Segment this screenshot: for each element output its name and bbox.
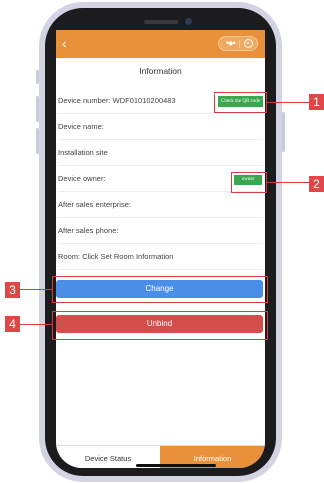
row-device-name: Device name:	[58, 114, 263, 140]
home-indicator	[136, 464, 216, 467]
callout-label-4: 4	[5, 316, 20, 332]
callout-label-2: 2	[309, 176, 324, 192]
row-label: Device owner:	[58, 174, 106, 183]
phone-side-button	[36, 128, 39, 154]
row-label: Device number:	[58, 96, 111, 105]
more-icon[interactable]: •●•	[226, 38, 236, 49]
callout-box-4	[52, 311, 268, 340]
row-label: After sales phone:	[58, 226, 119, 235]
row-label: Room:	[58, 252, 81, 261]
callout-box-2	[231, 172, 267, 193]
capsule-divider	[239, 40, 240, 48]
phone-notch	[100, 8, 220, 30]
callout-line-4	[20, 324, 52, 325]
close-icon[interactable]	[244, 39, 253, 48]
phone-speaker	[144, 20, 178, 24]
callout-line-2	[267, 182, 309, 183]
callout-box-3	[52, 276, 268, 303]
callout-line-3	[20, 289, 52, 290]
device-number-value: WDF01010200483	[112, 96, 176, 105]
page-title: Information	[139, 66, 182, 76]
mini-program-capsule[interactable]: •●•	[218, 36, 258, 51]
row-installation-site: Installation site	[58, 140, 263, 166]
phone-camera	[185, 18, 192, 25]
row-label: After sales enterprise:	[58, 200, 131, 209]
phone-side-button	[36, 70, 39, 84]
row-room[interactable]: Room: Click Set Room Information	[58, 244, 263, 270]
callout-line-1	[267, 102, 309, 103]
row-after-sales-phone: After sales phone:	[58, 218, 263, 244]
row-label: Device name:	[58, 122, 104, 131]
back-icon[interactable]: ‹	[62, 36, 67, 50]
room-value[interactable]: Click Set Room Information	[82, 252, 173, 261]
phone-side-button	[282, 112, 285, 152]
callout-box-1	[214, 92, 267, 113]
phone-side-button	[36, 96, 39, 122]
row-after-sales-enterprise: After sales enterprise:	[58, 192, 263, 218]
callout-label-1: 1	[309, 94, 324, 110]
callout-label-3: 3	[5, 282, 20, 298]
row-label: Installation site	[58, 148, 108, 157]
nav-bar: ‹ •●•	[56, 30, 265, 58]
